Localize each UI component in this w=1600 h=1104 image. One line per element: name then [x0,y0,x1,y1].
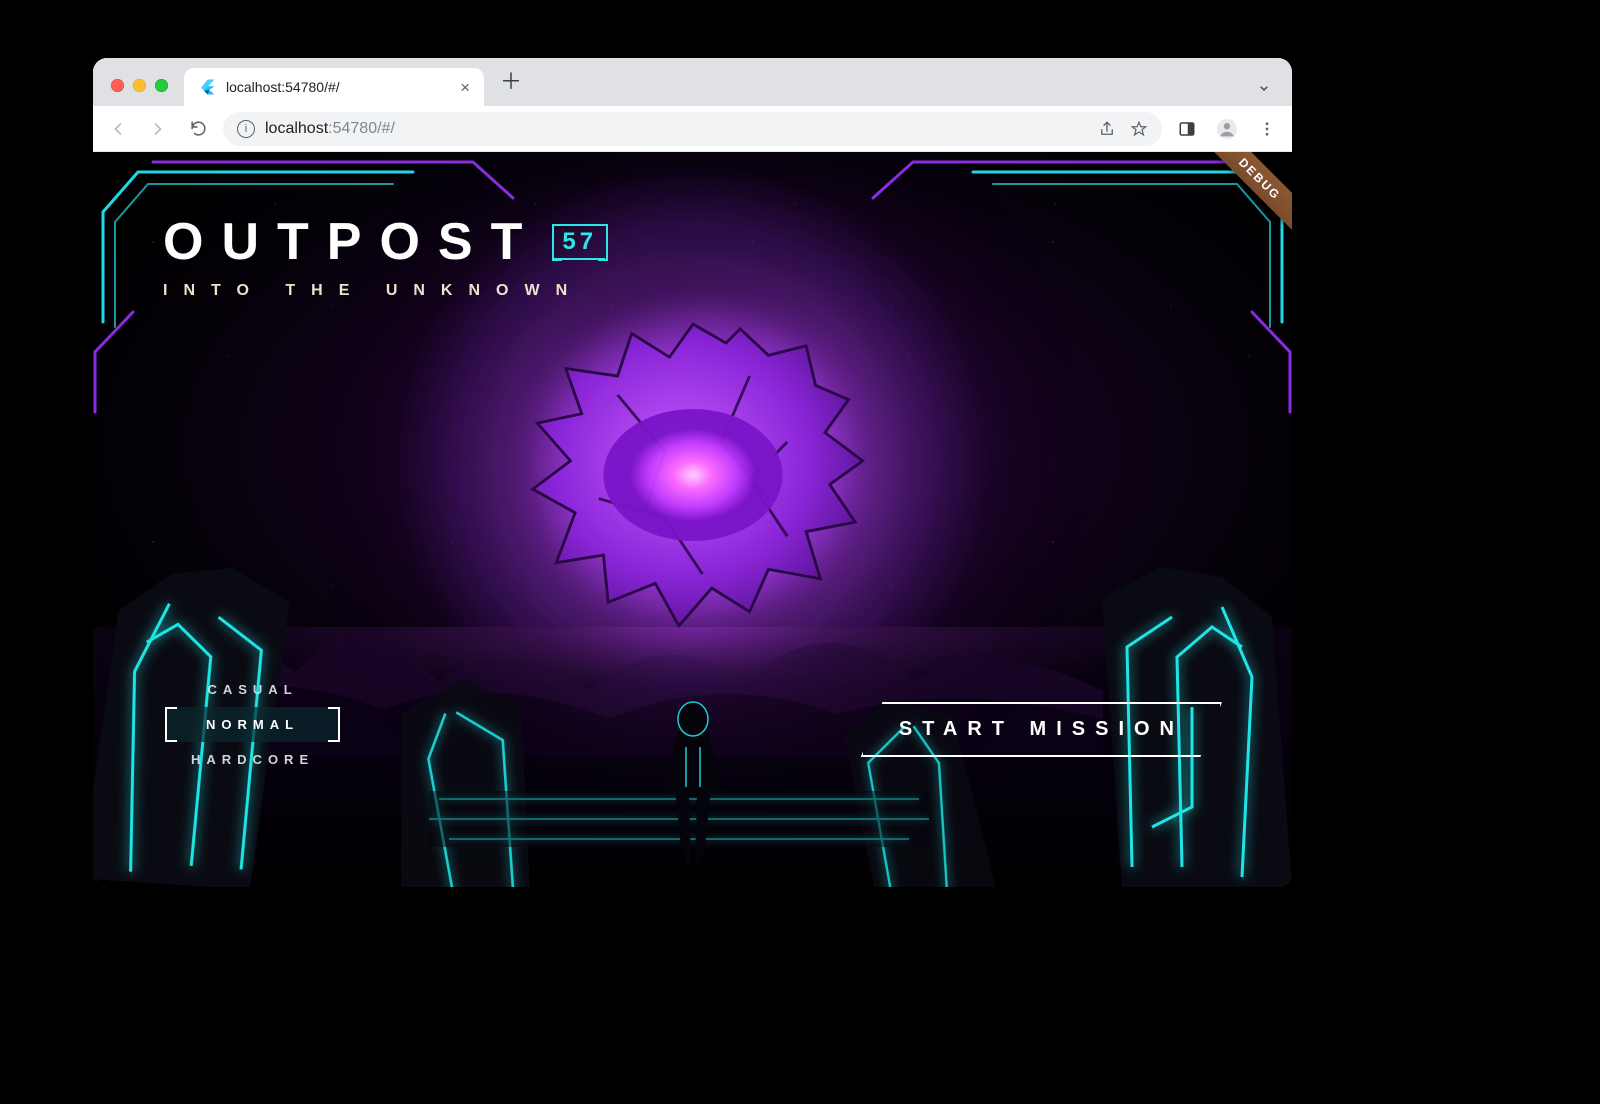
tech-pillar-mid-left [360,638,566,887]
profile-icon[interactable] [1212,114,1242,144]
forward-button[interactable] [143,114,173,144]
tab-title: localhost:54780/#/ [226,79,340,95]
minimize-window-icon[interactable] [133,79,146,92]
url-text: localhost:54780/#/ [265,120,395,138]
difficulty-option-casual[interactable]: CASUAL [167,672,338,707]
site-info-icon[interactable]: i [237,120,255,138]
back-button[interactable] [103,114,133,144]
difficulty-option-normal[interactable]: NORMAL [167,707,338,742]
side-panel-icon[interactable] [1172,114,1202,144]
game-viewport: OUTPOST 57 INTO THE UNKNOWN CASUAL NORMA… [93,152,1292,887]
difficulty-selector: CASUAL NORMAL HARDCORE [167,672,338,777]
game-title: OUTPOST 57 [163,212,605,272]
game-title-number: 57 [562,228,597,256]
window-controls [93,79,184,106]
game-title-block: OUTPOST 57 INTO THE UNKNOWN [163,212,605,300]
game-title-text: OUTPOST [163,212,540,272]
browser-toolbar: i localhost:54780/#/ [93,106,1292,152]
browser-tab[interactable]: localhost:54780/#/ × [184,68,484,106]
share-icon[interactable] [1098,120,1116,138]
browser-tabstrip: localhost:54780/#/ × ＋ [93,58,1292,106]
tech-pillar-mid-right [816,657,1008,887]
close-tab-icon[interactable]: × [460,79,470,96]
difficulty-option-hardcore[interactable]: HARDCORE [167,742,338,777]
url-path: :54780/#/ [328,120,395,137]
address-bar[interactable]: i localhost:54780/#/ [223,112,1162,146]
new-tab-button[interactable]: ＋ [484,64,536,106]
game-subtitle: INTO THE UNKNOWN [163,282,605,300]
close-window-icon[interactable] [111,79,124,92]
nebula-object [503,310,883,640]
flutter-favicon-icon [198,78,216,96]
reload-button[interactable] [183,114,213,144]
kebab-menu-icon[interactable] [1252,114,1282,144]
tab-overflow-icon[interactable] [1256,80,1292,106]
start-mission-button[interactable]: START MISSION [861,702,1222,757]
tech-pillar-right [1042,507,1292,887]
url-host: localhost [265,120,328,137]
bookmark-icon[interactable] [1130,120,1148,138]
game-title-number-badge: 57 [554,224,605,260]
zoom-window-icon[interactable] [155,79,168,92]
astronaut-silhouette [653,697,733,867]
browser-window: localhost:54780/#/ × ＋ i localhost:54 [93,58,1292,887]
